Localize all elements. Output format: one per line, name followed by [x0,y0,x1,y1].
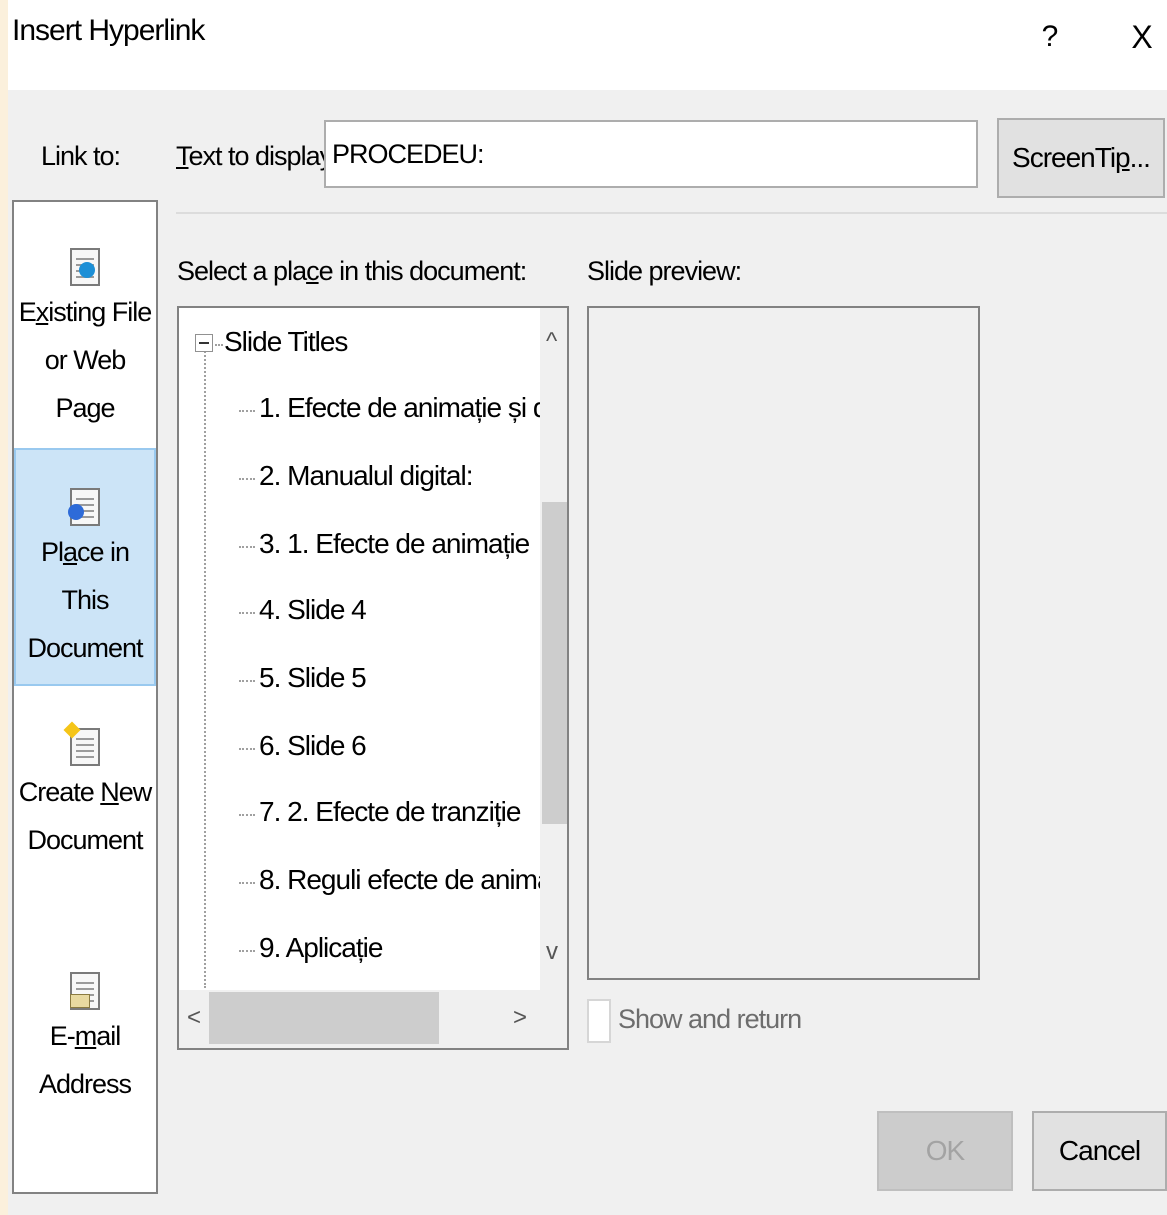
tree-connector [239,748,255,750]
text-to-display-input[interactable] [324,120,978,188]
show-and-return-checkbox[interactable] [587,999,611,1043]
link-to-bar: Existing File or Web Page Place in This … [12,200,158,1194]
tree-item[interactable]: 2. Manualul digital: [259,460,473,492]
tree-item[interactable]: 6. Slide 6 [259,730,367,762]
slide-preview-label: Slide preview: [587,256,742,286]
place-in-document-icon [68,488,100,526]
scroll-right-icon[interactable]: > [513,1004,527,1032]
text-to-display-label: Text to display: [176,141,340,171]
tree-connector [239,546,255,548]
ok-button[interactable]: OK [877,1111,1013,1191]
show-and-return-label: Show and return [618,1004,802,1034]
tree-item[interactable]: 7. 2. Efecte de tranziție [259,796,521,828]
web-page-file-icon [70,248,100,286]
vertical-scroll-thumb[interactable] [542,502,567,824]
link-to-existing-file[interactable]: Existing File or Web Page [14,248,156,432]
tree-connector [239,478,255,480]
tree-connector [239,410,255,412]
horizontal-scroll-thumb[interactable] [209,992,439,1044]
cancel-button[interactable]: Cancel [1032,1111,1167,1191]
close-button[interactable]: X [1120,12,1164,62]
link-to-label: Link to: [41,141,121,171]
tree-connector [239,680,255,682]
horizontal-scrollbar[interactable]: < > [179,990,540,1048]
tree-connector [239,612,255,614]
link-to-email-address[interactable]: E-mail Address [14,972,156,1108]
collapse-icon[interactable] [195,334,213,352]
new-document-icon [63,721,100,766]
tree-root-slide-titles[interactable]: Slide Titles [224,326,348,358]
tree-line [204,348,206,988]
tree-item[interactable]: 5. Slide 5 [259,662,367,694]
tree-connector [239,950,255,952]
slide-preview-pane [587,306,980,980]
tree-item[interactable]: 3. 1. Efecte de animație [259,528,530,560]
tree-connector [239,882,255,884]
title-bar: Insert Hyperlink ? X [8,0,1167,90]
help-button[interactable]: ? [1030,12,1070,62]
separator [176,212,1167,214]
tree-item[interactable]: 9. Aplicație [259,932,383,964]
scroll-down-icon[interactable]: v [546,938,558,966]
insert-hyperlink-dialog: Insert Hyperlink ? X Link to: Text to di… [8,0,1167,1215]
vertical-scrollbar[interactable]: ^ v [540,308,567,990]
tree-connector [239,814,255,816]
dialog-title: Insert Hyperlink [12,14,205,47]
link-to-place-in-document[interactable]: Place in This Document [14,448,156,686]
screentip-button[interactable]: ScreenTi p... [997,118,1165,198]
tree-item[interactable]: 8. Reguli efecte de animație ș [259,864,567,896]
select-place-label: Select a place in this document: [177,256,527,286]
tree-item[interactable]: 4. Slide 4 [259,594,367,626]
tree-connector [215,344,223,346]
place-tree[interactable]: Slide Titles 1. Efecte de animație și de… [177,306,569,1050]
email-icon [70,972,100,1010]
scroll-corner [540,990,567,1048]
scroll-left-icon[interactable]: < [187,1004,201,1032]
scroll-up-icon[interactable]: ^ [546,328,557,356]
tree-item[interactable]: 1. Efecte de animație și de tr [259,392,567,424]
link-to-create-new-document[interactable]: Create New Document [14,721,156,864]
